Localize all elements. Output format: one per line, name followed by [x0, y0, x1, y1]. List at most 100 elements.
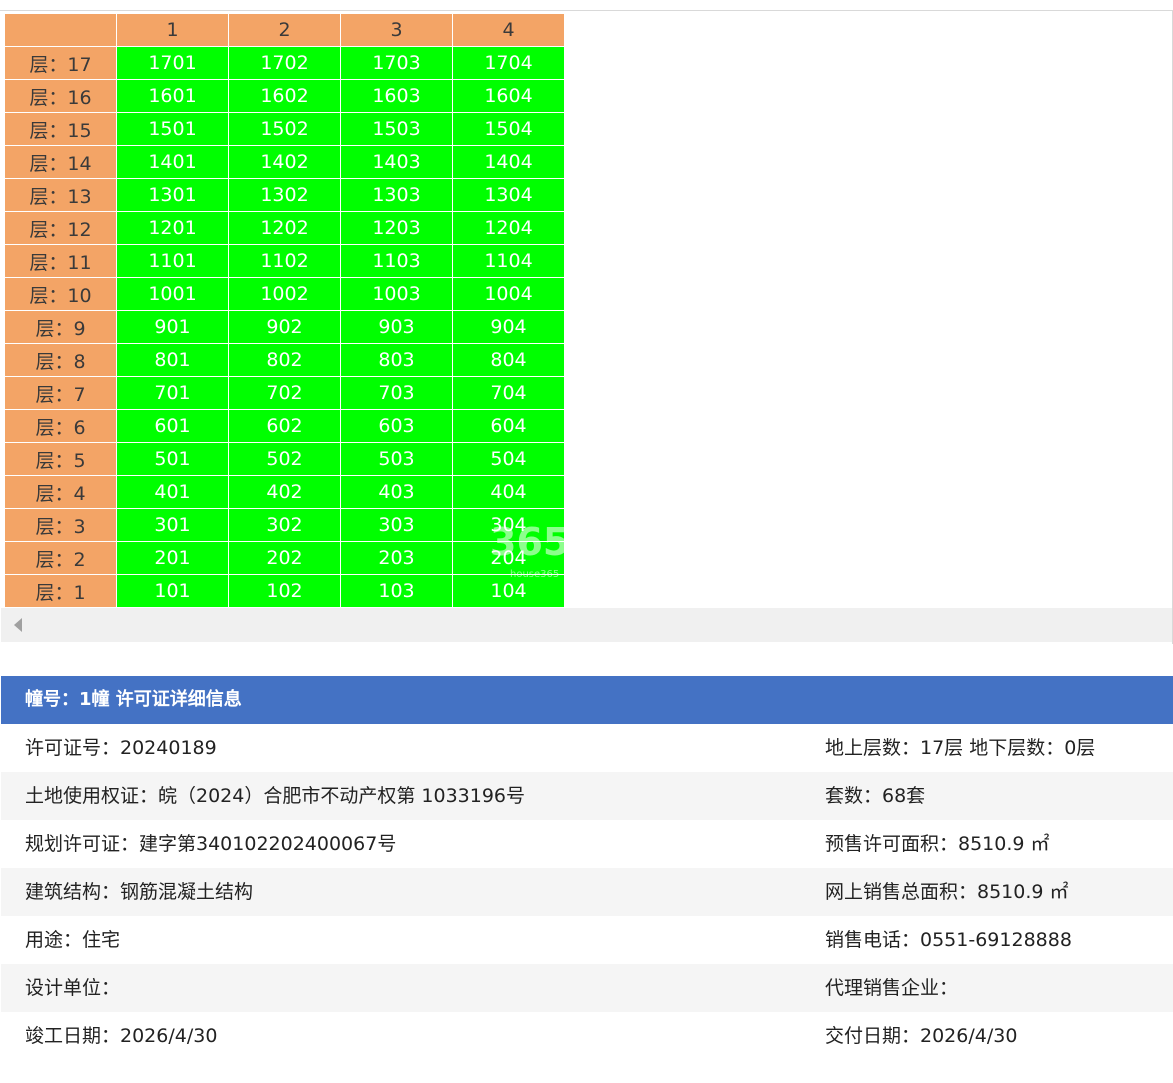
- unit-cell[interactable]: 101: [116, 574, 229, 608]
- floor-label: 层：16: [4, 79, 117, 113]
- floor-label: 层：12: [4, 211, 117, 245]
- unit-cell[interactable]: 702: [228, 376, 341, 410]
- unit-cell[interactable]: 1603: [340, 79, 453, 113]
- unit-cell[interactable]: 1303: [340, 178, 453, 212]
- floor-row: 层：13 1301 1302 1303 1304: [4, 178, 565, 212]
- horizontal-scrollbar[interactable]: [1, 608, 1172, 642]
- floor-row: 层：5 501 502 503 504: [4, 442, 565, 476]
- unit-cell[interactable]: 401: [116, 475, 229, 509]
- unit-cell[interactable]: 1201: [116, 211, 229, 245]
- floor-row: 层：9 901 902 903 904: [4, 310, 565, 344]
- floor-label: 层：1: [4, 574, 117, 608]
- unit-cell[interactable]: 503: [340, 442, 453, 476]
- unit-cell[interactable]: 1401: [116, 145, 229, 179]
- unit-cell[interactable]: 1601: [116, 79, 229, 113]
- floor-row: 层：3 301 302 303 304: [4, 508, 565, 542]
- unit-cell[interactable]: 1203: [340, 211, 453, 245]
- scroll-left-arrow-icon[interactable]: [14, 618, 22, 632]
- unit-cell[interactable]: 1103: [340, 244, 453, 278]
- unit-cell[interactable]: 904: [452, 310, 565, 344]
- unit-cell[interactable]: 1202: [228, 211, 341, 245]
- floor-label: 层：15: [4, 112, 117, 146]
- info-row: 土地使用权证：皖（2024）合肥市不动产权第 1033196号 套数：68套: [1, 772, 1173, 820]
- unit-cell[interactable]: 104: [452, 574, 565, 608]
- unit-cell[interactable]: 1101: [116, 244, 229, 278]
- unit-cell[interactable]: 604: [452, 409, 565, 443]
- unit-cell[interactable]: 1704: [452, 46, 565, 80]
- info-right-value: 代理销售企业：: [825, 977, 959, 999]
- unit-cell[interactable]: 1402: [228, 145, 341, 179]
- unit-cell[interactable]: 1404: [452, 145, 565, 179]
- unit-cell[interactable]: 1304: [452, 178, 565, 212]
- unit-cell[interactable]: 1104: [452, 244, 565, 278]
- unit-cell[interactable]: 403: [340, 475, 453, 509]
- unit-cell[interactable]: 1504: [452, 112, 565, 146]
- column-header-row: 1 2 3 4: [4, 13, 565, 47]
- unit-cell[interactable]: 804: [452, 343, 565, 377]
- info-row: 许可证号：20240189 地上层数：17层 地下层数：0层: [1, 724, 1173, 772]
- unit-cell[interactable]: 1501: [116, 112, 229, 146]
- unit-cell[interactable]: 404: [452, 475, 565, 509]
- unit-cell[interactable]: 1001: [116, 277, 229, 311]
- floor-label: 层：3: [4, 508, 117, 542]
- unit-cell[interactable]: 901: [116, 310, 229, 344]
- info-row: 建筑结构：钢筋混凝土结构 网上销售总面积：8510.9 ㎡: [1, 868, 1173, 916]
- unit-cell[interactable]: 1503: [340, 112, 453, 146]
- unit-cell[interactable]: 701: [116, 376, 229, 410]
- unit-cell[interactable]: 402: [228, 475, 341, 509]
- unit-cell[interactable]: 703: [340, 376, 453, 410]
- floor-row: 层：16 1601 1602 1603 1604: [4, 79, 565, 113]
- unit-cell[interactable]: 202: [228, 541, 341, 575]
- unit-cell[interactable]: 301: [116, 508, 229, 542]
- info-row: 用途：住宅 销售电话：0551-69128888: [1, 916, 1173, 964]
- unit-cell[interactable]: 502: [228, 442, 341, 476]
- unit-cell[interactable]: 203: [340, 541, 453, 575]
- info-right-value: 预售许可面积：8510.9 ㎡: [825, 833, 1050, 855]
- unit-cell[interactable]: 1702: [228, 46, 341, 80]
- unit-cell[interactable]: 1703: [340, 46, 453, 80]
- unit-cell[interactable]: 602: [228, 409, 341, 443]
- info-right-value: 套数：68套: [825, 785, 926, 807]
- unit-cell[interactable]: 1403: [340, 145, 453, 179]
- unit-cell[interactable]: 1502: [228, 112, 341, 146]
- unit-cell[interactable]: 102: [228, 574, 341, 608]
- unit-cell[interactable]: 802: [228, 343, 341, 377]
- permit-info-rows: 许可证号：20240189 地上层数：17层 地下层数：0层 土地使用权证：皖（20…: [1, 724, 1173, 1060]
- unit-cell[interactable]: 1602: [228, 79, 341, 113]
- unit-cell[interactable]: 1301: [116, 178, 229, 212]
- unit-cell[interactable]: 1302: [228, 178, 341, 212]
- unit-cell[interactable]: 704: [452, 376, 565, 410]
- unit-cell[interactable]: 903: [340, 310, 453, 344]
- unit-cell[interactable]: 803: [340, 343, 453, 377]
- unit-grid-panel: 1 2 3 4 层：17 1701 1702 1703 1704 层：16 1601 1602…: [0, 11, 1173, 644]
- unit-cell[interactable]: 103: [340, 574, 453, 608]
- unit-cell[interactable]: 1003: [340, 277, 453, 311]
- info-left-value: 规划许可证：建字第340102202400067号: [25, 833, 397, 855]
- unit-cell[interactable]: 204: [452, 541, 565, 575]
- unit-cell[interactable]: 504: [452, 442, 565, 476]
- floor-row: 层：4 401 402 403 404: [4, 475, 565, 509]
- unit-cell[interactable]: 302: [228, 508, 341, 542]
- unit-cell[interactable]: 1701: [116, 46, 229, 80]
- unit-cell[interactable]: 801: [116, 343, 229, 377]
- info-left-value: 竣工日期：2026/4/30: [25, 1025, 218, 1047]
- floor-row: 层：1 101 102 103 104: [4, 574, 565, 608]
- unit-cell[interactable]: 304: [452, 508, 565, 542]
- unit-cell[interactable]: 601: [116, 409, 229, 443]
- unit-cell[interactable]: 201: [116, 541, 229, 575]
- unit-cell[interactable]: 1204: [452, 211, 565, 245]
- info-left-value: 用途：住宅: [25, 929, 121, 951]
- unit-cell[interactable]: 1004: [452, 277, 565, 311]
- unit-cell[interactable]: 902: [228, 310, 341, 344]
- unit-cell[interactable]: 603: [340, 409, 453, 443]
- floor-label: 层：14: [4, 145, 117, 179]
- unit-cell[interactable]: 501: [116, 442, 229, 476]
- floor-label: 层：13: [4, 178, 117, 212]
- unit-cell[interactable]: 303: [340, 508, 453, 542]
- unit-cell[interactable]: 1002: [228, 277, 341, 311]
- floor-row: 层：7 701 702 703 704: [4, 376, 565, 410]
- unit-cell[interactable]: 1102: [228, 244, 341, 278]
- unit-cell[interactable]: 1604: [452, 79, 565, 113]
- column-header: 1: [116, 13, 229, 47]
- floor-row: 层：2 201 202 203 204: [4, 541, 565, 575]
